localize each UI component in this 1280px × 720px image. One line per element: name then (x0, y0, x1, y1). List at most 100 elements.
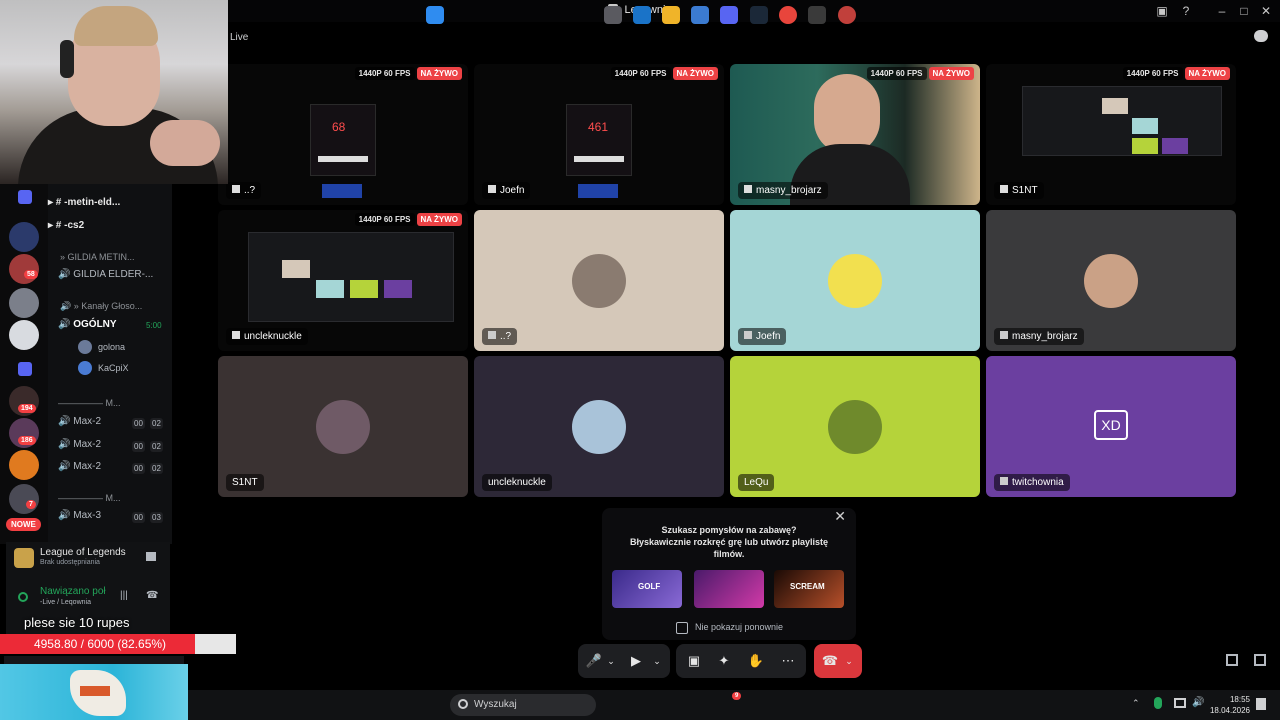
participant-tile-8[interactable]: masny_brojarz (986, 210, 1236, 351)
discord-icon[interactable] (720, 6, 738, 24)
outlook-icon[interactable] (633, 6, 651, 24)
participant-tile-12[interactable]: XD twitchownia (986, 356, 1236, 497)
volume-icon[interactable]: 🔊 (1192, 697, 1204, 708)
tile-name-tag: LeQu (738, 474, 775, 491)
taskbar-clock[interactable]: 18:55 18.04.2026 (1210, 694, 1250, 716)
chat-icon[interactable] (1254, 30, 1268, 42)
activity-thumb[interactable]: GOLF (612, 570, 682, 608)
dont-show-label: Nie pokazuj ponownie (695, 622, 784, 632)
popout-icon[interactable] (1226, 654, 1238, 666)
voice-channel-max2[interactable]: 🔊 Max-2 (58, 439, 101, 450)
minimize-button[interactable]: – (1212, 3, 1232, 19)
stream-tile-2[interactable]: 461 1440P 60 FPS NA ŻYWO Joefn (474, 64, 724, 205)
channel-item[interactable]: ▸ # -cs2 (48, 220, 84, 231)
mic-tray-icon[interactable] (1154, 697, 1162, 709)
donation-goal-bar: 4958.80 / 6000 (82.65%) (0, 634, 236, 654)
muted-mic-icon (744, 331, 752, 339)
new-badge: NOWE (6, 518, 41, 531)
voice-channel[interactable]: -Live / Leqownia (40, 599, 91, 606)
channel-item[interactable]: ▸ # -metin-eld... (48, 197, 120, 208)
task-view-icon[interactable] (604, 6, 622, 24)
stream-info-badge: 1440P 60 FPS NA ŻYWO (1122, 67, 1230, 80)
participant-tile-9[interactable]: S1NT (218, 356, 468, 497)
participant-tile-10[interactable]: uncleknuckle (474, 356, 724, 497)
camera-off-icon[interactable]: ▶ (626, 644, 646, 678)
activity-thumb[interactable]: SCREAM (774, 570, 844, 608)
tile-name-tag: twitchownia (994, 474, 1070, 491)
user-count: 00 (132, 512, 145, 523)
stream-tile-4[interactable]: 1440P 60 FPS NA ŻYWO S1NT (986, 64, 1236, 205)
member-name[interactable]: golona (98, 342, 125, 352)
popup-line: filmów. (713, 549, 745, 559)
server-icon[interactable] (9, 254, 39, 284)
notification-icon[interactable] (1256, 698, 1266, 710)
dont-show-checkbox[interactable] (676, 622, 688, 634)
server-icon[interactable] (9, 288, 39, 318)
activities-icon[interactable]: ✦ (714, 644, 734, 678)
voice-channel-max2[interactable]: 🔊 Max-2 (58, 416, 101, 427)
hang-up-icon: ☎ (821, 653, 839, 668)
stream-tile-5[interactable]: 1440P 60 FPS NA ŻYWO uncleknuckle (218, 210, 468, 351)
screen-icon (232, 331, 240, 339)
game-icon (14, 548, 34, 568)
member-name[interactable]: KaCpiX (98, 363, 129, 373)
voice-channel-max3[interactable]: 🔊 Max-3 (58, 510, 101, 521)
microphone-icon[interactable]: 🎤 (584, 644, 604, 678)
server-icon[interactable] (9, 222, 39, 252)
muted-mic-icon (1000, 477, 1008, 485)
server-icon[interactable] (9, 450, 39, 480)
avatar (78, 340, 92, 354)
help-icon[interactable]: ? (1176, 3, 1196, 19)
voice-channel-ogolny[interactable]: 🔊 OGÓLNY (58, 319, 117, 330)
tray-chevron-icon[interactable]: ⌃ (1132, 698, 1140, 709)
activity-thumb[interactable] (694, 570, 764, 608)
steam-icon[interactable] (750, 6, 768, 24)
share-icon[interactable] (146, 552, 156, 561)
leave-call-button[interactable]: ☎ ⌄ (814, 644, 862, 678)
folder-icon[interactable] (18, 362, 32, 376)
divider-category[interactable]: ————— M... (58, 398, 121, 408)
category-kanaly[interactable]: 🔊 » Kanały Głoso... (60, 301, 142, 312)
soundboard-icon[interactable]: ||| (120, 590, 128, 601)
mention-badge: 58 (24, 270, 38, 279)
avatar (828, 400, 882, 454)
store-icon[interactable] (691, 6, 709, 24)
taskbar-search[interactable]: Wyszukaj (450, 694, 596, 716)
participant-tile-11[interactable]: LeQu (730, 356, 980, 497)
disconnect-icon[interactable]: ☎ (146, 590, 158, 601)
tile-name-tag: masny_brojarz (738, 182, 828, 199)
tile-name-tag: Joefn (482, 182, 531, 199)
fullscreen-icon[interactable] (1254, 654, 1266, 666)
file-explorer-icon[interactable] (662, 6, 680, 24)
maximize-button[interactable]: □ (1234, 3, 1254, 19)
avatar (78, 361, 92, 375)
divider-category[interactable]: ————— M... (58, 493, 121, 503)
app-icon[interactable] (838, 6, 856, 24)
start-icon[interactable] (426, 6, 444, 24)
channel-gildia[interactable]: 🔊 GILDIA ELDER-... (58, 269, 153, 280)
activity-thumb-label: SCREAM (790, 582, 825, 591)
network-icon[interactable] (1174, 698, 1186, 708)
chevron-down-icon[interactable]: ⌄ (842, 644, 856, 678)
inbox-icon[interactable]: ▣ (1152, 3, 1172, 19)
chevron-down-icon[interactable]: ⌄ (604, 644, 618, 678)
chevron-down-icon[interactable]: ⌄ (650, 644, 664, 678)
stream-tile-1[interactable]: 68 1440P 60 FPS NA ŻYWO ..? (218, 64, 468, 205)
category-gildia[interactable]: » GILDIA METIN... (60, 252, 135, 262)
close-button[interactable]: ✕ (1256, 3, 1276, 19)
app-icon[interactable] (808, 6, 826, 24)
chrome-icon[interactable] (779, 6, 797, 24)
server-icon[interactable] (9, 320, 39, 350)
participant-tile-6[interactable]: ..? (474, 210, 724, 351)
folder-icon[interactable] (18, 190, 32, 204)
voice-channel-max2[interactable]: 🔊 Max-2 (58, 461, 101, 472)
stream-tile-3[interactable]: 1440P 60 FPS NA ŻYWO masny_brojarz (730, 64, 980, 205)
screen-share-icon[interactable]: ▣ (684, 644, 704, 678)
participant-tile-7[interactable]: Joefn (730, 210, 980, 351)
popup-close-icon[interactable]: ✕ (834, 508, 846, 525)
more-icon[interactable]: ⋯ (778, 644, 798, 678)
soundboard-icon[interactable]: ✋ (746, 644, 766, 678)
server-icon[interactable] (9, 484, 39, 514)
activity-sub: Brak udostępniania (40, 559, 100, 566)
mention-badge: 7 (26, 500, 36, 509)
